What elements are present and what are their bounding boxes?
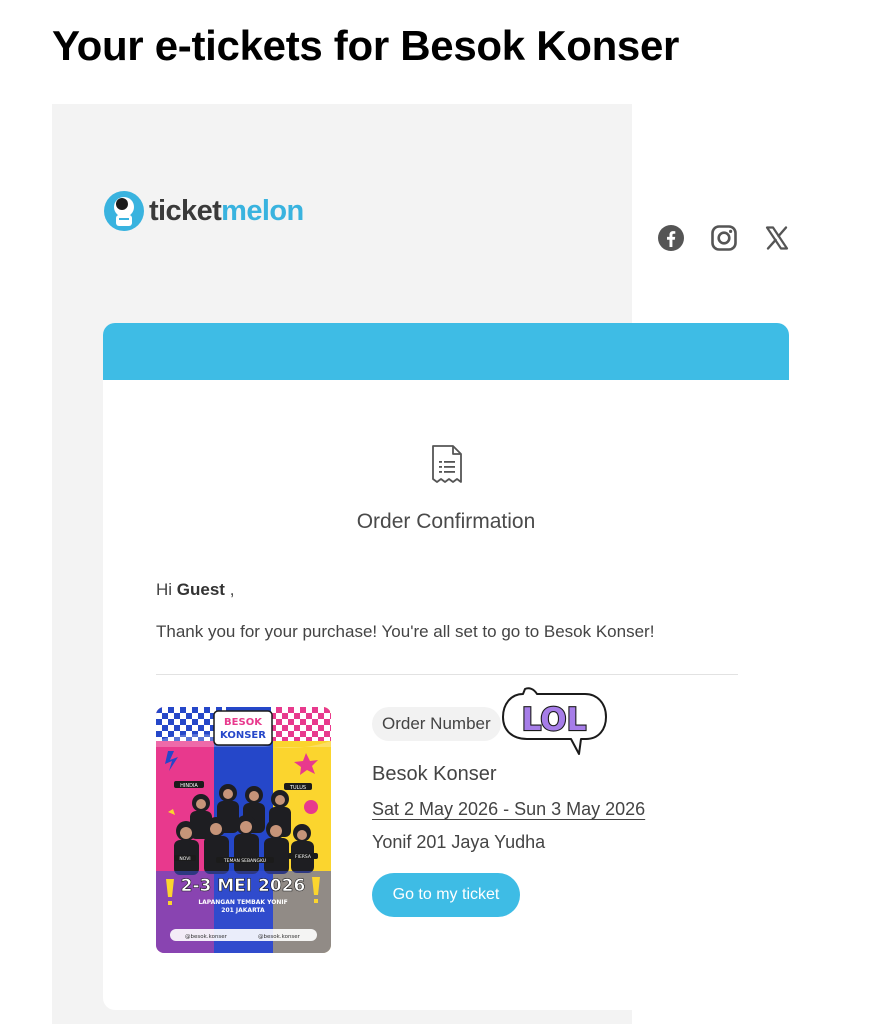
- page-title: Your e-tickets for Besok Konser: [52, 22, 680, 69]
- lol-speech-bubble-sticker: LOL: [502, 687, 607, 755]
- event-dates-link[interactable]: Sat 2 May 2026 - Sun 3 May 2026: [372, 799, 645, 820]
- event-poster: BESOK KONSER HINDIA TULUS NOVI FIERSA TE…: [156, 707, 331, 953]
- order-number-label: Order Number: [372, 707, 501, 741]
- confirmation-card: Order Confirmation Hi Guest , Thank you …: [103, 323, 789, 1010]
- x-icon[interactable]: [763, 224, 791, 252]
- order-confirmation-heading: Order Confirmation: [356, 510, 536, 533]
- poster-social-2: @besok.konser: [258, 934, 301, 940]
- event-name: Besok Konser: [372, 763, 497, 785]
- instagram-icon[interactable]: [710, 224, 738, 252]
- facebook-icon[interactable]: [657, 224, 685, 252]
- receipt-icon: [432, 445, 462, 483]
- poster-dates: 2-3 MEI 2026: [181, 876, 306, 896]
- social-links: [657, 224, 791, 252]
- greeting: Hi Guest ,: [156, 580, 235, 599]
- poster-logo-line1: BESOK: [224, 717, 263, 728]
- poster-venue-line1: LAPANGAN TEMBAK YONIF: [198, 899, 287, 906]
- go-to-ticket-button[interactable]: Go to my ticket: [372, 873, 520, 917]
- poster-artist-5: TEMAN SEBANGKU: [223, 858, 266, 864]
- poster-venue-line2: 201 JAKARTA: [221, 907, 265, 914]
- lol-sticker-text: LOL: [522, 702, 587, 738]
- divider: [156, 674, 738, 675]
- poster-artist-1: HINDIA: [180, 783, 198, 789]
- ticketmelon-mascot-icon: [104, 191, 144, 231]
- ticketmelon-logo[interactable]: ticketmelon: [103, 190, 304, 232]
- customer-name: Guest: [176, 580, 225, 599]
- poster-logo-line2: KONSER: [220, 730, 266, 741]
- brand-name: ticketmelon: [149, 194, 304, 227]
- thank-you-message: Thank you for your purchase! You're all …: [156, 622, 655, 641]
- poster-social-1: @besok.konser: [185, 934, 228, 940]
- card-header-banner: [103, 323, 789, 380]
- poster-artist-4: FIERSA: [295, 854, 312, 860]
- event-venue: Yonif 201 Jaya Yudha: [372, 832, 546, 852]
- poster-artist-2: TULUS: [289, 785, 306, 791]
- poster-artist-3: NOVI: [179, 856, 190, 862]
